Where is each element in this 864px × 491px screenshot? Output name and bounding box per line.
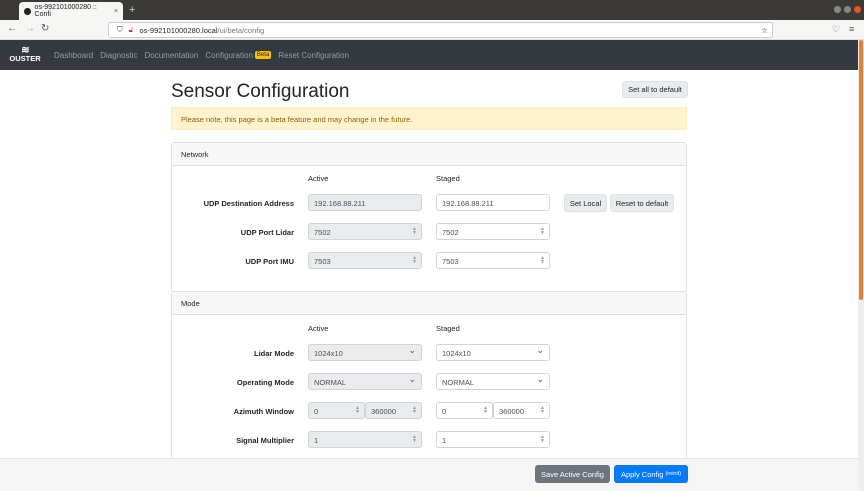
operating-mode-staged-select[interactable]: NORMAL (436, 373, 550, 390)
set-all-default-button[interactable]: Set all to default (622, 81, 688, 98)
apply-config-button[interactable]: Apply Config (reinit) (614, 465, 688, 483)
udp-dest-staged-input[interactable]: 192.168.88.211 (436, 194, 550, 211)
nav-configuration[interactable]: Configuration (205, 51, 253, 60)
udp-port-imu-label: UDP Port IMU (245, 257, 294, 266)
ouster-logo[interactable]: ≋ OUSTER (3, 46, 47, 63)
network-header: Network (172, 143, 686, 166)
network-card: Network (171, 142, 687, 292)
udp-dest-active: 192.168.88.211 (308, 194, 422, 211)
signal-multiplier-staged-input[interactable]: 1 ▲ ▼ (436, 431, 550, 448)
reload-icon[interactable]: ↻ (41, 23, 49, 34)
udp-port-imu-active: 7503 ▲ ▼ (308, 252, 422, 269)
nav-reset-configuration[interactable]: Reset Configuration (278, 51, 349, 60)
menu-icon[interactable]: ≡ (849, 24, 854, 34)
azimuth-max-active: 360000 ▲ ▼ (365, 402, 422, 419)
back-icon[interactable]: ← (7, 23, 17, 34)
azimuth-window-label: Azimuth Window (233, 407, 294, 416)
set-local-button[interactable]: Set Local (564, 194, 607, 212)
navbar: ≋ OUSTER Dashboard Diagnostic Documentati… (0, 40, 858, 70)
url-path: /ui/beta/config (217, 25, 265, 35)
page-title: Sensor Configuration (171, 81, 350, 102)
forward-icon[interactable]: → (25, 23, 35, 34)
lidar-mode-active-select: 1024x10 (308, 344, 422, 361)
udp-port-lidar-staged-input[interactable]: 7502 ▲ ▼ (436, 223, 550, 240)
active-column-header: Active (308, 174, 329, 183)
shield-icon: ⛉ (117, 25, 123, 34)
favicon-icon (24, 7, 31, 15)
signal-multiplier-label: Signal Multiplier (236, 436, 294, 445)
reset-to-default-button[interactable]: Reset to default (610, 194, 674, 212)
bookmark-star-icon[interactable]: ☆ (761, 26, 768, 35)
save-active-config-button[interactable]: Save Active Config (535, 465, 610, 483)
mode-header: Mode (172, 292, 686, 315)
staged-column-header: Staged (436, 324, 460, 333)
pocket-icon[interactable]: ♡ (832, 24, 840, 35)
udp-port-lidar-label: UDP Port Lidar (240, 228, 294, 237)
lidar-mode-staged-select[interactable]: 1024x10 (436, 344, 550, 361)
close-window-button[interactable] (854, 6, 861, 13)
udp-dest-label: UDP Destination Address (203, 199, 294, 208)
operating-mode-active-select: NORMAL (308, 373, 422, 390)
maximize-button[interactable] (844, 6, 851, 13)
lidar-mode-label: Lidar Mode (253, 349, 294, 358)
signal-multiplier-active: 1 ▲ ▼ (308, 431, 422, 448)
beta-alert: Please note, this page is a beta feature… (171, 107, 687, 130)
nav-documentation[interactable]: Documentation (145, 51, 199, 60)
udp-port-imu-staged-input[interactable]: 7503 ▲ ▼ (436, 252, 550, 269)
new-tab-button[interactable]: + (129, 4, 135, 16)
nav-diagnostic[interactable]: Diagnostic (100, 51, 137, 60)
active-column-header: Active (308, 324, 329, 333)
staged-column-header: Staged (436, 174, 460, 183)
azimuth-min-staged-input[interactable]: 0 ▲ ▼ (436, 402, 493, 419)
udp-port-lidar-active: 7502 ▲ ▼ (308, 223, 422, 240)
operating-mode-label: Operating Mode (236, 378, 294, 387)
close-tab-icon[interactable]: × (114, 8, 118, 15)
scrollbar-thumb[interactable] (859, 40, 863, 300)
azimuth-min-active: 0 ▲ ▼ (308, 402, 365, 419)
lock-icon: 🔓︎ (128, 25, 134, 34)
tab-title: os-992101000280 :: Confi (34, 4, 97, 18)
footer-bar (0, 458, 858, 491)
azimuth-max-staged-input[interactable]: 360000 ▲ ▼ (493, 402, 550, 419)
browser-tab[interactable]: os-992101000280 :: Confi × (19, 2, 123, 20)
minimize-button[interactable] (834, 6, 841, 13)
beta-badge: Beta (254, 51, 272, 59)
url-input[interactable]: ⛉ 🔓︎ os-992101000280.local/ui/beta/config ☆ (108, 22, 773, 38)
url-host: os-992101000280.local (139, 25, 218, 35)
nav-dashboard[interactable]: Dashboard (54, 51, 93, 60)
